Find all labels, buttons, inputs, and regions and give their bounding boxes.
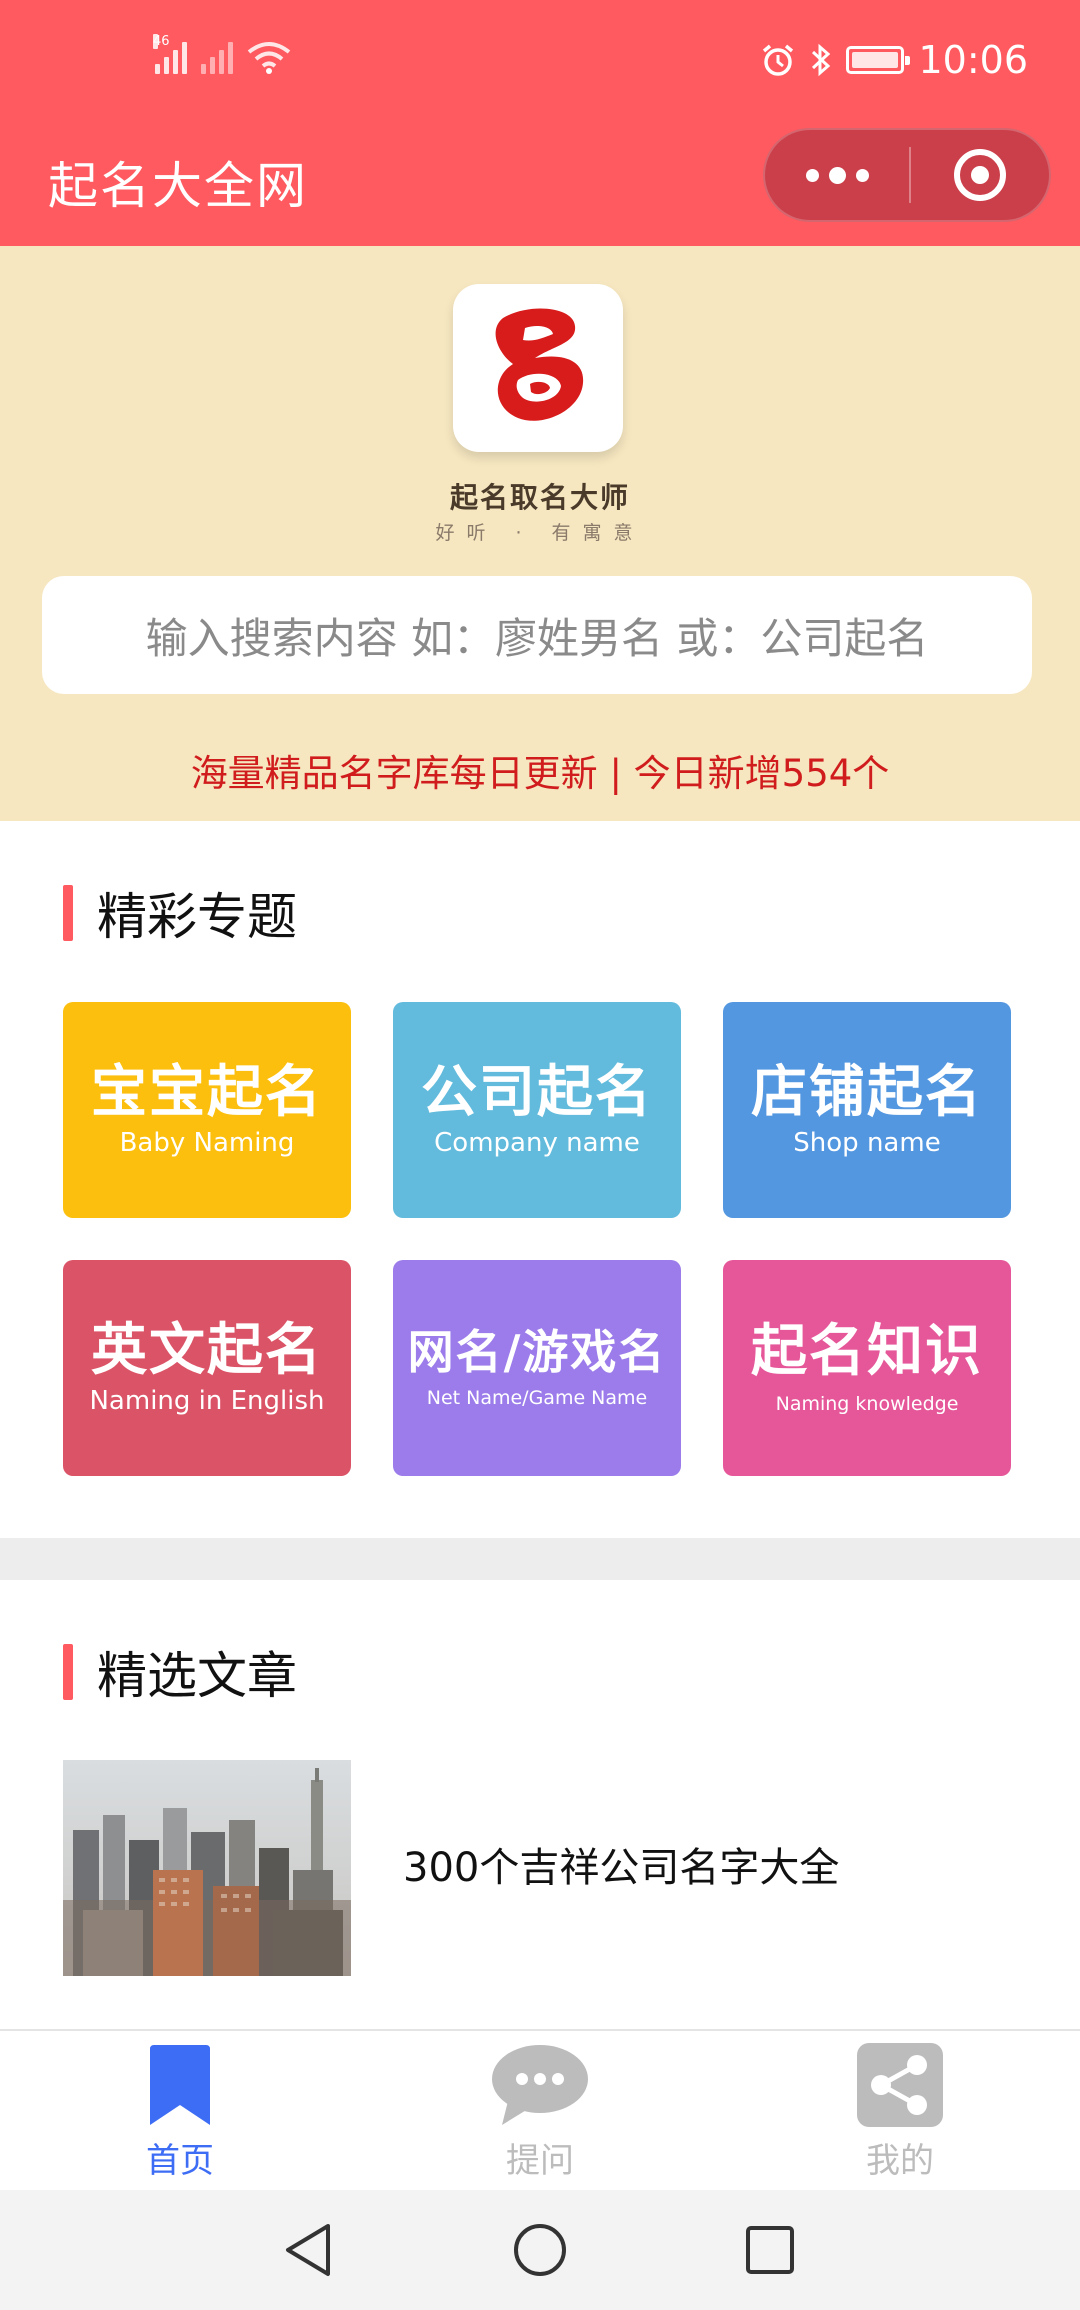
section-divider	[0, 1538, 1080, 1580]
recents-square-icon[interactable]	[738, 2218, 802, 2282]
tab-home[interactable]: 首页	[80, 2043, 280, 2183]
tile-english-naming[interactable]: 英文起名 Naming in English	[63, 1260, 351, 1476]
status-right-group: 10:06	[760, 38, 1028, 82]
bookmark-icon	[150, 2045, 210, 2125]
tile-en: Company name	[434, 1127, 640, 1158]
app-title: 起名大全网	[48, 157, 308, 215]
tab-label: 提问	[506, 2141, 574, 2181]
article-title: 300个吉祥公司名字大全	[403, 1845, 840, 1891]
tab-mine[interactable]: 我的	[800, 2043, 1000, 2183]
articles-header: 精选文章	[63, 1642, 297, 1705]
hero-banner: 起名取名大师 好听 · 有寓意 输入搜索内容 如：廖姓男名 或：公司起名 海量精…	[0, 246, 1080, 821]
section-accent-bar	[63, 885, 73, 941]
miniprogram-capsule	[763, 128, 1051, 222]
topics-header: 精彩专题	[63, 883, 297, 946]
network-type-label: 46	[153, 34, 170, 49]
app-logo	[453, 284, 623, 452]
search-placeholder: 输入搜索内容 如：廖姓男名 或：公司起名	[145, 613, 929, 663]
logo-slogan: 好听 · 有寓意	[435, 522, 645, 544]
tile-naming-knowledge[interactable]: 起名知识 Naming knowledge	[723, 1260, 1011, 1476]
tile-cn: 宝宝起名	[91, 1060, 323, 1126]
tile-net-game-name[interactable]: 网名/游戏名 Net Name/Game Name	[393, 1260, 681, 1476]
tile-en: Naming in English	[89, 1385, 325, 1416]
tab-label: 我的	[866, 2141, 934, 2181]
close-button[interactable]	[911, 130, 1049, 220]
tile-cn: 起名知识	[751, 1319, 983, 1385]
topics-heading: 精彩专题	[97, 888, 297, 946]
tile-shop-name[interactable]: 店铺起名 Shop name	[723, 1002, 1011, 1218]
bluetooth-icon	[812, 43, 831, 77]
chat-bubble-icon	[492, 2045, 588, 2125]
article-thumbnail	[63, 1760, 351, 1976]
tile-en: Net Name/Game Name	[426, 1387, 648, 1410]
signal-group: 46	[153, 34, 291, 74]
tab-label: 首页	[146, 2141, 214, 2181]
tile-en: Naming knowledge	[775, 1392, 959, 1415]
signal-icon-2	[201, 40, 233, 74]
articles-heading: 精选文章	[97, 1647, 297, 1705]
title-bar: 起名大全网	[0, 124, 1080, 246]
tab-ask[interactable]: 提问	[440, 2043, 640, 2183]
status-bar: 46 10:06	[0, 0, 1080, 124]
city-skyline-image	[63, 1760, 351, 1976]
target-circle-icon	[954, 149, 1006, 201]
home-circle-icon[interactable]	[508, 2218, 572, 2282]
more-button[interactable]	[765, 130, 909, 220]
tile-en: Shop name	[793, 1127, 941, 1158]
wifi-icon	[247, 42, 291, 74]
logo-name: 起名取名大师	[449, 481, 630, 514]
battery-icon	[846, 46, 911, 74]
top-bar: 46 10:06 起名大全网	[0, 0, 1080, 246]
signal-icon: 46	[153, 34, 187, 74]
back-triangle-icon[interactable]	[276, 2218, 340, 2282]
tile-cn: 店铺起名	[751, 1060, 983, 1126]
system-nav-bar	[0, 2190, 1080, 2310]
tile-cn: 公司起名	[421, 1060, 653, 1126]
tile-baby-naming[interactable]: 宝宝起名 Baby Naming	[63, 1002, 351, 1218]
section-accent-bar	[63, 1644, 73, 1700]
bottom-tab-bar: 首页 提问 我的	[0, 2029, 1080, 2190]
share-icon	[857, 2043, 943, 2127]
status-time: 10:06	[918, 38, 1028, 82]
alarm-icon	[763, 44, 794, 76]
tile-cn: 英文起名	[91, 1318, 323, 1384]
tile-cn: 网名/游戏名	[407, 1324, 667, 1379]
article-item[interactable]: 300个吉祥公司名字大全	[63, 1760, 1014, 1976]
seal-logo-icon	[495, 308, 584, 421]
promo-text: 海量精品名字库每日更新 | 今日新增554个	[190, 752, 890, 795]
tile-en: Baby Naming	[119, 1127, 295, 1158]
tile-company-name[interactable]: 公司起名 Company name	[393, 1002, 681, 1218]
search-input[interactable]: 输入搜索内容 如：廖姓男名 或：公司起名	[42, 576, 1032, 694]
